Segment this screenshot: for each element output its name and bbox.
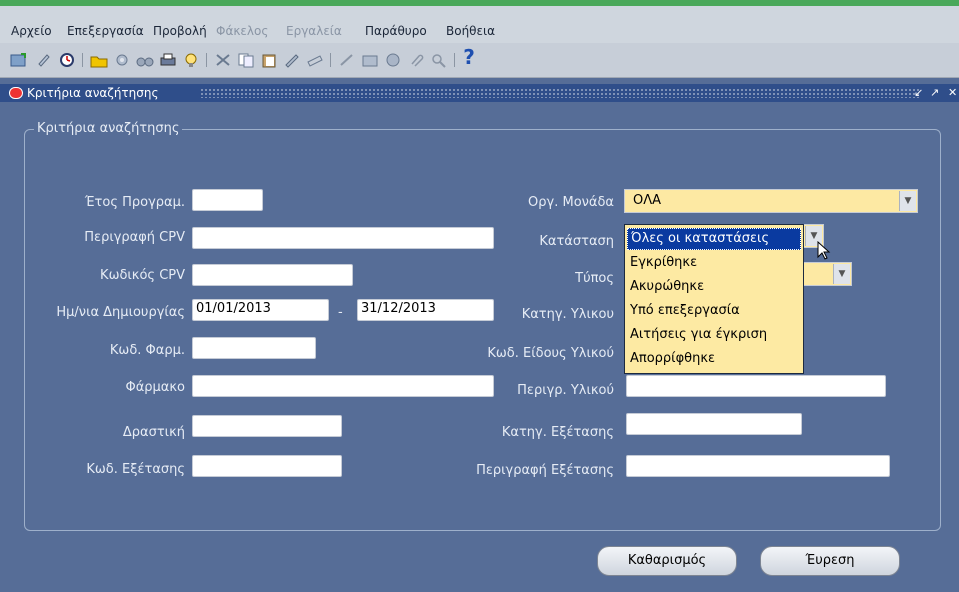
status-option[interactable]: Υπό επεξεργασία bbox=[627, 301, 801, 323]
type-label: Τύπος bbox=[575, 271, 614, 286]
cut-icon[interactable] bbox=[214, 51, 232, 69]
clock-icon[interactable] bbox=[58, 51, 76, 69]
drug-code-field[interactable] bbox=[192, 337, 316, 359]
year-label: Έτος Προγραμ. bbox=[84, 195, 185, 210]
exam-desc-label: Περιγραφή Εξέτασης bbox=[476, 463, 614, 478]
org-unit-label: Οργ. Μονάδα bbox=[528, 195, 614, 210]
minimize-icon[interactable]: ↙ bbox=[914, 86, 923, 99]
material-kind-code-label: Κωδ. Είδους Υλικού bbox=[487, 346, 614, 361]
org-unit-value: ΟΛΑ bbox=[633, 193, 662, 208]
clear-button[interactable]: Καθαρισμός bbox=[597, 546, 737, 576]
exam-code-field[interactable] bbox=[192, 455, 342, 477]
cog-icon[interactable] bbox=[113, 51, 131, 69]
status-dropdown-list: Όλες οι καταστάσεις Εγκρίθηκε Ακυρώθηκε … bbox=[624, 224, 804, 374]
exam-category-field[interactable] bbox=[626, 413, 802, 435]
translate-icon[interactable] bbox=[338, 51, 356, 69]
active-substance-field[interactable] bbox=[192, 415, 342, 437]
open-folder-icon[interactable] bbox=[90, 51, 108, 69]
drug-code-label: Κωδ. Φαρμ. bbox=[109, 343, 185, 358]
paste-icon[interactable] bbox=[260, 51, 278, 69]
material-desc-label: Περιγρ. Υλικού bbox=[517, 383, 614, 398]
status-option[interactable]: Αιτήσεις για έγκριση bbox=[627, 325, 801, 347]
created-date-label: Ημ/νια Δημιουργίας bbox=[56, 305, 185, 320]
oracle-logo-icon bbox=[9, 87, 23, 99]
status-option[interactable]: Απορρίφθηκε bbox=[627, 349, 801, 371]
exam-desc-field[interactable] bbox=[626, 455, 890, 477]
maximize-icon[interactable]: ↗ bbox=[930, 86, 939, 99]
active-substance-label: Δραστική bbox=[122, 425, 185, 440]
date-to-field[interactable]: 31/12/2013 bbox=[357, 299, 494, 321]
toolbar: ? bbox=[0, 43, 959, 78]
org-unit-select[interactable]: ΟΛΑ ▼ bbox=[624, 189, 918, 213]
menu-edit[interactable]: Επεξεργασία bbox=[67, 24, 144, 38]
clear-record-icon[interactable] bbox=[306, 51, 324, 69]
exam-category-label: Κατηγ. Εξέτασης bbox=[501, 425, 614, 440]
menu-help[interactable]: Βοήθεια bbox=[446, 24, 495, 38]
window-title: Κριτήρια αναζήτησης bbox=[27, 86, 159, 100]
date-range-separator: - bbox=[338, 305, 343, 320]
find-button[interactable]: Έυρεση bbox=[760, 546, 900, 576]
copy-icon[interactable] bbox=[237, 51, 255, 69]
status-option[interactable]: Εγκρίθηκε bbox=[627, 253, 801, 275]
chevron-down-icon[interactable]: ▼ bbox=[899, 191, 916, 211]
date-from-field[interactable]: 01/01/2013 bbox=[192, 299, 329, 321]
menu-window[interactable]: Παράθυρο bbox=[365, 24, 427, 38]
group-title: Κριτήρια αναζήτησης bbox=[34, 121, 183, 136]
form-title-bar: Κριτήρια αναζήτησης ↙ ↗ ✕ bbox=[0, 84, 959, 102]
menu-view[interactable]: Προβολή bbox=[153, 24, 207, 38]
toolbar-separator bbox=[82, 53, 83, 67]
attach-icon[interactable] bbox=[35, 51, 53, 69]
toolbar-separator bbox=[454, 53, 455, 67]
status-option[interactable]: Ακυρώθηκε bbox=[627, 277, 801, 299]
new-record-icon[interactable] bbox=[10, 51, 28, 69]
folder-tools-icon[interactable] bbox=[361, 51, 379, 69]
close-icon[interactable]: ✕ bbox=[948, 86, 957, 99]
drug-label: Φάρμακο bbox=[125, 380, 185, 395]
cpv-code-field[interactable] bbox=[192, 264, 353, 286]
drug-field[interactable] bbox=[192, 375, 494, 397]
cpv-desc-field[interactable] bbox=[192, 227, 494, 249]
globe-icon[interactable] bbox=[384, 51, 402, 69]
help-icon[interactable]: ? bbox=[460, 45, 478, 69]
toolbar-separator bbox=[330, 53, 331, 67]
menu-tools[interactable]: Εργαλεία bbox=[286, 24, 342, 38]
edit-pen-icon[interactable] bbox=[283, 51, 301, 69]
toolbar-separator bbox=[206, 53, 207, 67]
material-category-label: Κατηγ. Υλικου bbox=[521, 307, 614, 322]
zoom-icon[interactable] bbox=[430, 51, 448, 69]
cpv-code-label: Κωδικός CPV bbox=[100, 268, 185, 283]
status-label: Κατάσταση bbox=[539, 234, 614, 249]
status-option[interactable]: Όλες οι καταστάσεις bbox=[627, 228, 801, 250]
cpv-desc-label: Περιγραφή CPV bbox=[84, 230, 185, 245]
menu-bar: Αρχείο Επεξεργασία Προβολή Φάκελος Εργαλ… bbox=[0, 6, 959, 43]
bulb-icon[interactable] bbox=[182, 51, 200, 69]
exam-code-label: Κωδ. Εξέτασης bbox=[86, 462, 185, 477]
titlebar-pattern bbox=[200, 88, 919, 98]
print-icon[interactable] bbox=[159, 51, 177, 69]
binoculars-icon[interactable] bbox=[136, 51, 154, 69]
chevron-down-icon[interactable]: ▼ bbox=[833, 264, 850, 284]
mouse-cursor-icon bbox=[817, 241, 831, 260]
paperclip-icon[interactable] bbox=[407, 51, 425, 69]
menu-file[interactable]: Αρχείο bbox=[11, 24, 52, 38]
material-desc-field[interactable] bbox=[626, 375, 886, 397]
year-field[interactable] bbox=[192, 189, 263, 211]
menu-folder[interactable]: Φάκελος bbox=[216, 24, 268, 38]
